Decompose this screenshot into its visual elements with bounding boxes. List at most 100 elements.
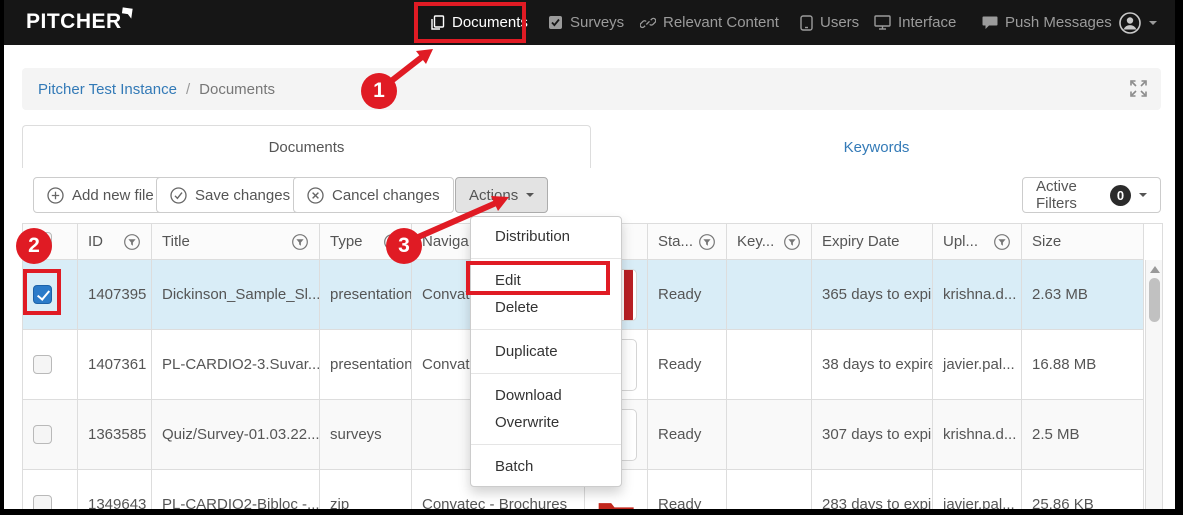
cell-size: 16.88 MB bbox=[1022, 330, 1144, 400]
cell-size: 2.63 MB bbox=[1022, 260, 1144, 330]
cell-keywords bbox=[727, 400, 812, 470]
annotation-step-1: 1 bbox=[361, 73, 397, 109]
cancel-changes-button[interactable]: Cancel changes bbox=[293, 177, 454, 213]
cell-expiry: 38 days to expire bbox=[812, 330, 933, 400]
account-menu[interactable] bbox=[1118, 0, 1157, 45]
breadcrumb: Pitcher Test Instance / Documents bbox=[22, 68, 1161, 110]
button-label: Save changes bbox=[195, 187, 290, 204]
cell-uploader: krishna.d... bbox=[933, 400, 1022, 470]
filter-icon[interactable] bbox=[291, 233, 309, 251]
tab-bar: Documents Keywords bbox=[22, 125, 1161, 169]
zip-folder-icon bbox=[597, 495, 637, 511]
breadcrumb-current: Documents bbox=[199, 81, 275, 98]
menu-divider bbox=[471, 373, 621, 374]
user-avatar-icon bbox=[1118, 11, 1142, 35]
annotation-step-2: 2 bbox=[16, 228, 52, 264]
menu-divider bbox=[471, 329, 621, 330]
cell-status: Ready bbox=[648, 260, 727, 330]
row-checkbox[interactable] bbox=[33, 355, 52, 374]
filter-count-badge: 0 bbox=[1110, 185, 1131, 206]
row-checkbox[interactable] bbox=[33, 495, 52, 510]
nav-label: Interface bbox=[898, 14, 956, 31]
nav-item-interface[interactable]: Interface bbox=[874, 0, 956, 45]
button-label: Active Filters bbox=[1036, 178, 1102, 212]
nav-label: Surveys bbox=[570, 14, 624, 31]
screenshot-frame bbox=[1175, 0, 1183, 515]
filter-icon[interactable] bbox=[123, 233, 141, 251]
cell-type: presentation bbox=[320, 330, 412, 400]
menu-item-delete[interactable]: Delete bbox=[471, 294, 621, 321]
pitcher-logo-text: PITCHER bbox=[26, 10, 122, 33]
actions-button[interactable]: Actions bbox=[455, 177, 548, 213]
pitcher-logo-flag-icon bbox=[121, 7, 134, 20]
scrollbar-thumb[interactable] bbox=[1149, 278, 1160, 322]
expand-icon[interactable] bbox=[1130, 80, 1147, 101]
nav-item-relevant-content[interactable]: Relevant Content bbox=[640, 0, 779, 45]
cell-expiry: 365 days to expire bbox=[812, 260, 933, 330]
nav-item-push-messages[interactable]: Push Messages bbox=[982, 0, 1112, 45]
vertical-scrollbar[interactable] bbox=[1145, 260, 1163, 510]
x-circle-icon bbox=[307, 187, 324, 204]
tab-keywords[interactable]: Keywords bbox=[592, 125, 1161, 169]
cell-status: Ready bbox=[648, 330, 727, 400]
screenshot-frame bbox=[0, 509, 1183, 515]
header-status[interactable]: Sta... bbox=[648, 224, 727, 260]
toolbar: Add new file Save changes Cancel changes… bbox=[22, 168, 1161, 223]
tab-label: Documents bbox=[269, 139, 345, 156]
menu-item-duplicate[interactable]: Duplicate bbox=[471, 338, 621, 365]
active-filters-button[interactable]: Active Filters 0 bbox=[1022, 177, 1161, 213]
cell-id: 1349643 bbox=[78, 470, 152, 510]
app-window: PITCHER Documents Surveys Relevant Conte… bbox=[0, 0, 1183, 515]
tab-documents[interactable]: Documents bbox=[22, 125, 591, 170]
row-checkbox[interactable] bbox=[33, 425, 52, 444]
breadcrumb-separator: / bbox=[186, 81, 190, 98]
interface-icon bbox=[874, 15, 891, 30]
filter-icon[interactable] bbox=[993, 233, 1011, 251]
save-changes-button[interactable]: Save changes bbox=[156, 177, 304, 213]
add-new-file-button[interactable]: Add new file bbox=[33, 177, 168, 213]
header-uploader[interactable]: Upl... bbox=[933, 224, 1022, 260]
header-size[interactable]: Size bbox=[1022, 224, 1144, 260]
cell-id: 1363585 bbox=[78, 400, 152, 470]
cell-keywords bbox=[727, 330, 812, 400]
cell-uploader: javier.pal... bbox=[933, 470, 1022, 510]
header-expiry-date[interactable]: Expiry Date bbox=[812, 224, 933, 260]
plus-circle-icon bbox=[47, 187, 64, 204]
cell-uploader: krishna.d... bbox=[933, 260, 1022, 330]
cell-type: surveys bbox=[320, 400, 412, 470]
link-icon bbox=[640, 15, 656, 31]
cell-id: 1407395 bbox=[78, 260, 152, 330]
cell-keywords bbox=[727, 260, 812, 330]
cell-title: PL-CARDIO2-Bibloc -... bbox=[152, 470, 320, 510]
annotation-step-3: 3 bbox=[386, 228, 422, 264]
nav-item-users[interactable]: Users bbox=[800, 0, 859, 45]
chevron-down-icon bbox=[1149, 21, 1157, 25]
nav-label: Relevant Content bbox=[663, 14, 779, 31]
surveys-icon bbox=[548, 15, 563, 30]
nav-label: Users bbox=[820, 14, 859, 31]
cell-expiry: 307 days to expire bbox=[812, 400, 933, 470]
filter-icon[interactable] bbox=[783, 233, 801, 251]
cell-uploader: javier.pal... bbox=[933, 330, 1022, 400]
cell-status: Ready bbox=[648, 470, 727, 510]
header-id[interactable]: ID bbox=[78, 224, 152, 260]
nav-item-surveys[interactable]: Surveys bbox=[548, 0, 624, 45]
breadcrumb-root-link[interactable]: Pitcher Test Instance bbox=[38, 81, 177, 98]
cell-id: 1407361 bbox=[78, 330, 152, 400]
menu-item-overwrite[interactable]: Overwrite bbox=[471, 409, 621, 436]
cell-expiry: 283 days to expire bbox=[812, 470, 933, 510]
pitcher-logo[interactable]: PITCHER bbox=[26, 10, 122, 34]
top-nav-bar: PITCHER Documents Surveys Relevant Conte… bbox=[0, 0, 1183, 45]
cell-title: Quiz/Survey-01.03.22... bbox=[152, 400, 320, 470]
actions-dropdown-menu: Distribution Edit Delete Duplicate Downl… bbox=[470, 216, 622, 487]
scroll-up-icon[interactable] bbox=[1150, 266, 1160, 273]
header-keywords[interactable]: Key... bbox=[727, 224, 812, 260]
menu-item-download[interactable]: Download bbox=[471, 382, 621, 409]
header-title[interactable]: Title bbox=[152, 224, 320, 260]
cell-keywords bbox=[727, 470, 812, 510]
filter-icon[interactable] bbox=[698, 233, 716, 251]
push-messages-icon bbox=[982, 15, 998, 30]
menu-item-distribution[interactable]: Distribution bbox=[471, 223, 621, 250]
nav-label: Push Messages bbox=[1005, 14, 1112, 31]
menu-item-batch[interactable]: Batch bbox=[471, 453, 621, 480]
